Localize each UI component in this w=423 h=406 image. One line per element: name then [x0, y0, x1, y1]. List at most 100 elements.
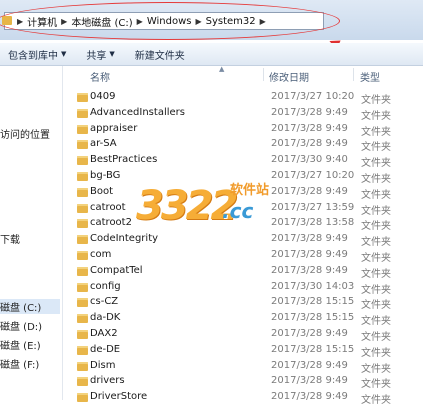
nav-item-drive-c[interactable]: 磁盘 (C:) [0, 299, 60, 314]
file-date: 2017/3/28 9:49 [271, 122, 348, 134]
file-date: 2017/3/28 9:49 [271, 185, 348, 197]
file-row[interactable]: DriverStore 2017/3/28 9:49 文件夹 [63, 390, 423, 406]
file-name: catroot2 [90, 217, 132, 229]
file-row[interactable]: catroot2 2017/3/28 13:58 文件夹 [63, 216, 423, 232]
file-type: 文件夹 [361, 110, 391, 122]
file-name: 0409 [90, 91, 116, 102]
file-type: 文件夹 [361, 126, 391, 138]
file-row[interactable]: config 2017/3/30 14:03 文件夹 [63, 280, 423, 296]
share-button[interactable]: 共享 ▼ [86, 47, 114, 62]
include-in-library-button[interactable]: 包含到库中 ▼ [8, 47, 66, 62]
file-name: Dism [90, 359, 116, 371]
column-header-modified[interactable]: 修改日期 [269, 69, 309, 84]
nav-item-drive-d[interactable]: 磁盘 (D:) [0, 318, 42, 333]
address-area: ▶ 计算机 ▶ 本地磁盘 (C:) ▶ Windows ▶ System32 ▶ [0, 0, 423, 40]
file-type: 文件夹 [361, 158, 391, 170]
file-row[interactable]: de-DE 2017/3/28 15:15 文件夹 [63, 343, 423, 359]
file-date: 2017/3/28 13:58 [271, 217, 355, 229]
file-row[interactable]: CodeIntegrity 2017/3/28 9:49 文件夹 [63, 232, 423, 248]
file-type: 文件夹 [361, 300, 391, 312]
file-name: catroot [90, 201, 126, 213]
file-type: 文件夹 [361, 395, 391, 406]
navigation-pane: 访问的位置 下载 磁盘 (C:) 磁盘 (D:) 磁盘 (E:) 磁盘 (F:) [0, 66, 63, 400]
folder-icon [77, 298, 88, 308]
folder-icon [77, 266, 88, 276]
drive-label: 磁盘 (C:) [0, 303, 42, 314]
file-name: com [90, 248, 112, 260]
file-row[interactable]: BestPractices 2017/3/30 9:40 文件夹 [63, 153, 423, 169]
sort-caret-icon: ▲ [219, 65, 225, 73]
file-row[interactable]: com 2017/3/28 9:49 文件夹 [63, 248, 423, 264]
folder-icon [77, 140, 88, 150]
file-type: 文件夹 [361, 268, 391, 280]
file-name: AdvancedInstallers [90, 106, 185, 118]
drive-label: 磁盘 (E:) [0, 341, 41, 352]
file-name: appraiser [90, 122, 138, 134]
file-date: 2017/3/28 9:49 [271, 327, 348, 339]
new-folder-button[interactable]: 新建文件夹 [135, 47, 185, 62]
file-type: 文件夹 [361, 221, 391, 233]
file-name: DAX2 [90, 327, 118, 339]
nav-item-recent-places[interactable]: 访问的位置 [0, 126, 50, 141]
include-in-library-label: 包含到库中 [8, 50, 58, 62]
file-row[interactable]: 0409 2017/3/27 10:20 文件夹 [63, 90, 423, 106]
file-type: 文件夹 [361, 189, 391, 201]
file-type: 文件夹 [361, 284, 391, 296]
file-row[interactable]: AdvancedInstallers 2017/3/28 9:49 文件夹 [63, 106, 423, 122]
column-divider[interactable] [353, 68, 354, 81]
folder-icon [77, 219, 88, 229]
folder-icon [77, 393, 88, 403]
folder-icon [77, 235, 88, 245]
folder-icon [77, 203, 88, 213]
file-date: 2017/3/30 14:03 [271, 280, 355, 292]
share-label: 共享 [86, 50, 107, 62]
nav-item-drive-e[interactable]: 磁盘 (E:) [0, 337, 41, 352]
file-row[interactable]: cs-CZ 2017/3/28 15:15 文件夹 [63, 295, 423, 311]
file-row[interactable]: DAX2 2017/3/28 9:49 文件夹 [63, 327, 423, 343]
file-row[interactable]: Dism 2017/3/28 9:49 文件夹 [63, 359, 423, 375]
chevron-down-icon: ▼ [109, 50, 115, 58]
file-name: da-DK [90, 312, 121, 324]
file-row[interactable]: appraiser 2017/3/28 9:49 文件夹 [63, 122, 423, 138]
file-date: 2017/3/28 15:15 [271, 343, 355, 355]
file-row[interactable]: drivers 2017/3/28 9:49 文件夹 [63, 374, 423, 390]
column-header-type[interactable]: 类型 [360, 69, 380, 84]
file-row[interactable]: ar-SA 2017/3/28 9:49 文件夹 [63, 137, 423, 153]
file-date: 2017/3/28 9:49 [271, 233, 348, 245]
file-type: 文件夹 [361, 205, 391, 217]
file-type: 文件夹 [361, 173, 391, 185]
file-type: 文件夹 [361, 237, 391, 249]
file-name: cs-CZ [90, 296, 119, 308]
file-row[interactable]: CompatTel 2017/3/28 9:49 文件夹 [63, 264, 423, 280]
file-date: 2017/3/27 10:20 [271, 91, 355, 102]
file-row[interactable]: da-DK 2017/3/28 15:15 文件夹 [63, 311, 423, 327]
folder-icon [77, 345, 88, 355]
file-row[interactable]: catroot 2017/3/27 13:59 文件夹 [63, 201, 423, 217]
file-date: 2017/3/28 9:49 [271, 248, 348, 260]
file-date: 2017/3/30 9:40 [271, 154, 348, 166]
folder-icon [77, 377, 88, 387]
nav-item-downloads[interactable]: 下载 [0, 231, 20, 246]
file-name: DriverStore [90, 391, 148, 403]
file-row[interactable]: Boot 2017/3/28 9:49 文件夹 [63, 185, 423, 201]
nav-item-drive-f[interactable]: 磁盘 (F:) [0, 356, 39, 371]
file-type: 文件夹 [361, 379, 391, 391]
file-name: BestPractices [90, 154, 158, 166]
file-date: 2017/3/28 9:49 [271, 359, 348, 371]
file-name: Boot [90, 185, 114, 197]
file-date: 2017/3/28 9:49 [271, 138, 348, 150]
file-date: 2017/3/28 15:15 [271, 312, 355, 324]
file-date: 2017/3/27 10:20 [271, 169, 355, 181]
folder-icon [77, 187, 88, 197]
column-divider[interactable] [263, 68, 264, 81]
chevron-down-icon: ▼ [61, 50, 67, 58]
file-type: 文件夹 [361, 363, 391, 375]
file-row[interactable]: bg-BG 2017/3/27 10:20 文件夹 [63, 169, 423, 185]
file-type: 文件夹 [361, 252, 391, 264]
file-type: 文件夹 [361, 142, 391, 154]
file-name: CompatTel [90, 264, 143, 276]
folder-icon [77, 314, 88, 324]
file-name: de-DE [90, 343, 121, 355]
column-header-name[interactable]: 名称 [90, 69, 110, 84]
folder-icon [77, 156, 88, 166]
